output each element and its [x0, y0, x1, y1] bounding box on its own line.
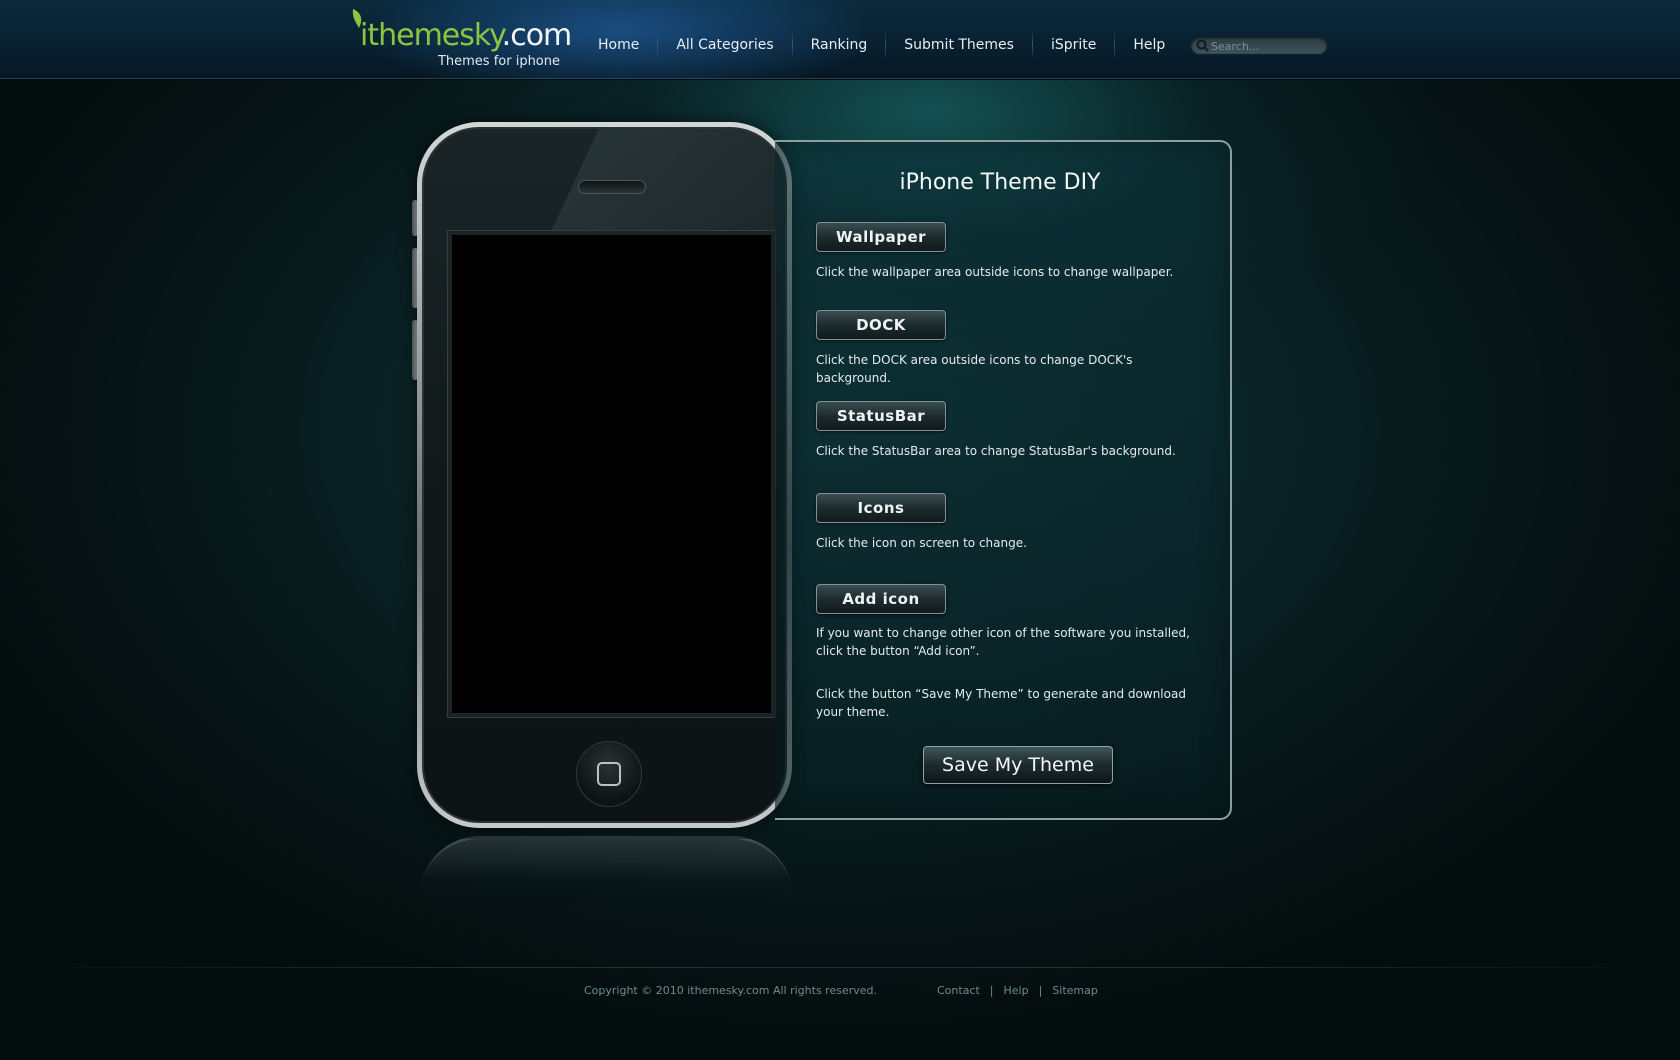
nav-help[interactable]: Help: [1115, 28, 1183, 62]
iphone-preview: [417, 122, 792, 828]
dock-button[interactable]: DOCK: [816, 310, 946, 340]
footer-links: Contact | Help | Sitemap: [937, 984, 1098, 997]
logo-text: ithemesky.com: [360, 18, 573, 53]
statusbar-description: Click the StatusBar area to change Statu…: [816, 444, 1176, 458]
add-icon-description: If you want to change other icon of the …: [816, 626, 1190, 658]
icons-button[interactable]: Icons: [816, 493, 946, 523]
statusbar-button[interactable]: StatusBar: [816, 401, 946, 431]
nav-submit-themes[interactable]: Submit Themes: [886, 28, 1032, 62]
site-logo[interactable]: ithemesky.com Themes for iphone: [350, 6, 572, 72]
main-nav: Home All Categories Ranking Submit Theme…: [580, 28, 1183, 62]
footer-link-sitemap[interactable]: Sitemap: [1052, 984, 1098, 997]
search-box: [1190, 36, 1328, 55]
dock-description: Click the DOCK area outside icons to cha…: [816, 353, 1133, 385]
iphone-speaker: [578, 180, 646, 194]
logo-tagline: Themes for iphone: [437, 54, 560, 69]
footer-copyright: Copyright © 2010 ithemesky.com All right…: [584, 984, 877, 997]
nav-home[interactable]: Home: [580, 28, 657, 62]
search-input[interactable]: [1211, 38, 1323, 54]
nav-ranking[interactable]: Ranking: [793, 28, 886, 62]
save-my-theme-button[interactable]: Save My Theme: [923, 746, 1113, 784]
site-header: ithemesky.com Themes for iphone Home All…: [0, 0, 1680, 79]
diy-panel: iPhone Theme DIY Wallpaper Click the wal…: [775, 140, 1232, 820]
wallpaper-description: Click the wallpaper area outside icons t…: [816, 265, 1174, 279]
wallpaper-button[interactable]: Wallpaper: [816, 222, 946, 252]
footer-link-contact[interactable]: Contact: [937, 984, 980, 997]
home-square-icon: [597, 762, 621, 786]
home-button: [576, 741, 642, 807]
icons-description: Click the icon on screen to change.: [816, 536, 1027, 550]
footer-separator: |: [1038, 984, 1043, 997]
search-icon[interactable]: [1196, 39, 1209, 52]
panel-title: iPhone Theme DIY: [899, 170, 1101, 195]
footer-link-help[interactable]: Help: [1004, 984, 1029, 997]
logo-text-brand: ithemesky: [360, 18, 503, 53]
footer-divider: [0, 967, 1680, 968]
iphone-body: [422, 127, 787, 823]
nav-all-categories[interactable]: All Categories: [658, 28, 791, 62]
logo-text-domain: .com: [501, 18, 573, 53]
iphone-screen[interactable]: [448, 231, 775, 717]
iphone-reflection: [420, 836, 792, 906]
add-icon-button[interactable]: Add icon: [816, 584, 946, 614]
footer-separator: |: [989, 984, 994, 997]
nav-isprite[interactable]: iSprite: [1033, 28, 1114, 62]
save-note: Click the button “Save My Theme” to gene…: [816, 687, 1186, 719]
